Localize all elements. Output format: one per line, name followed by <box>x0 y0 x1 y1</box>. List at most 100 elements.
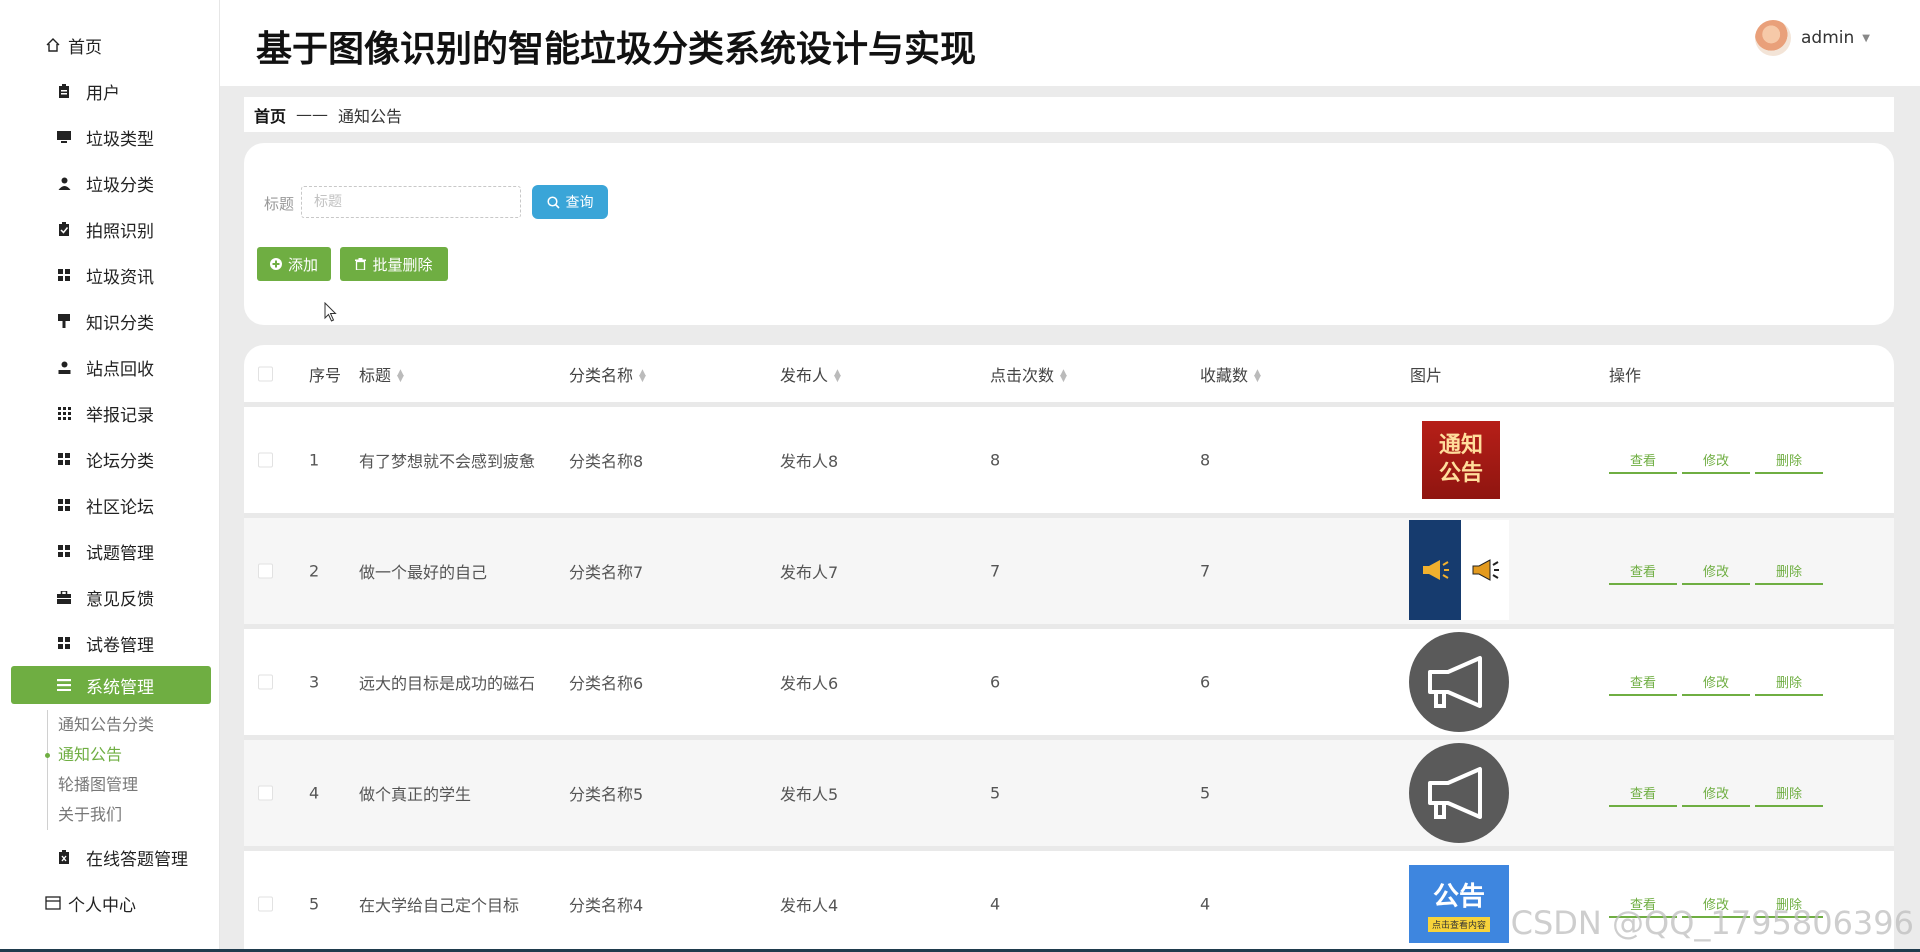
cell-category: 分类名称7 <box>569 563 644 582</box>
cell-clicks: 4 <box>990 894 1001 914</box>
search-panel: 标题 查询 添加 批量删除 <box>244 143 1894 325</box>
sidebar-item-label: 垃圾资讯 <box>86 267 154 288</box>
edit-button[interactable]: 修改 <box>1682 668 1750 696</box>
edit-button[interactable]: 修改 <box>1682 446 1750 474</box>
cell-favorites: 8 <box>1200 450 1211 470</box>
monitor-icon <box>55 128 73 146</box>
view-button[interactable]: 查看 <box>1609 668 1677 696</box>
sidebar-item-garbage-type[interactable]: 垃圾类型 <box>0 114 219 160</box>
cell-title: 做一个最好的自己 <box>359 563 488 582</box>
edit-button[interactable]: 修改 <box>1682 779 1750 807</box>
sidebar-item-papers[interactable]: 试卷管理 <box>0 620 219 666</box>
delete-button[interactable]: 删除 <box>1755 446 1823 474</box>
table-row: 1 有了梦想就不会感到疲惫 分类名称8 发布人8 8 8 通知 公告 查看 修改 … <box>244 407 1894 518</box>
sidebar-item-label: 论坛分类 <box>86 451 154 472</box>
cell-title: 远大的目标是成功的磁石 <box>359 674 536 693</box>
notice-image: 公告 点击查看内容 <box>1409 865 1509 943</box>
column-header-publisher[interactable]: 发布人 ▲ ▼ <box>780 362 841 386</box>
sidebar-item-recycle-site[interactable]: 站点回收 <box>0 344 219 390</box>
column-header-clicks[interactable]: 点击次数 ▲ ▼ <box>990 362 1067 386</box>
row-checkbox[interactable] <box>258 674 273 690</box>
row-checkbox[interactable] <box>258 563 273 579</box>
cell-publisher: 发布人8 <box>780 452 839 471</box>
table-header: 序号 标题 ▲ ▼ 分类名称 ▲ ▼ 发布人 ▲ ▼ 点击次数 ▲ ▼ 收藏数 ▲ ▼ 图片 操作 <box>244 345 1894 407</box>
sidebar-item-questions[interactable]: 试题管理 <box>0 528 219 574</box>
view-button[interactable]: 查看 <box>1609 557 1677 585</box>
edit-button[interactable]: 修改 <box>1682 557 1750 585</box>
view-button[interactable]: 查看 <box>1609 446 1677 474</box>
view-button[interactable]: 查看 <box>1609 779 1677 807</box>
sidebar-item-label: 首页 <box>68 37 102 58</box>
row-checkbox[interactable] <box>258 896 273 912</box>
sidebar-item-label: 垃圾类型 <box>86 129 154 150</box>
sidebar-item-online-quiz[interactable]: 在线答题管理 <box>0 834 219 880</box>
delete-button[interactable]: 删除 <box>1755 779 1823 807</box>
row-actions: 查看 修改 删除 <box>1609 557 1823 585</box>
sidebar-item-label: 社区论坛 <box>86 497 154 518</box>
sidebar-item-forum[interactable]: 社区论坛 <box>0 482 219 528</box>
sidebar-item-forum-category[interactable]: 论坛分类 <box>0 436 219 482</box>
column-header-favorites[interactable]: 收藏数 ▲ ▼ <box>1200 362 1261 386</box>
cell-favorites: 7 <box>1200 561 1211 581</box>
cell-index: 5 <box>309 894 320 914</box>
sidebar-item-label: 举报记录 <box>86 405 154 426</box>
sidebar-item-photo-recognition[interactable]: 拍照识别 <box>0 206 219 252</box>
select-all-checkbox[interactable] <box>258 366 273 381</box>
batch-delete-label: 批量删除 <box>372 255 433 274</box>
sidebar-item-home[interactable]: 首页 <box>0 22 219 68</box>
sort-icon: ▲ ▼ <box>834 368 841 384</box>
megaphone-image <box>1409 743 1509 843</box>
user-menu[interactable]: admin ▼ <box>1755 20 1870 56</box>
system-submenu: 通知公告分类 通知公告 轮播图管理 关于我们 <box>45 710 219 830</box>
sidebar-item-users[interactable]: 用户 <box>0 68 219 114</box>
query-button[interactable]: 查询 <box>532 185 608 219</box>
sidebar-item-knowledge[interactable]: 知识分类 <box>0 298 219 344</box>
cell-clicks: 5 <box>990 783 1001 803</box>
sidebar-item-garbage-category[interactable]: 垃圾分类 <box>0 160 219 206</box>
grid-icon <box>55 542 73 560</box>
row-checkbox[interactable] <box>258 452 273 468</box>
submenu-item-notice-category[interactable]: 通知公告分类 <box>58 710 219 740</box>
batch-delete-button[interactable]: 批量删除 <box>340 247 448 281</box>
sidebar-item-label: 意见反馈 <box>86 589 154 610</box>
submenu-item-notice[interactable]: 通知公告 <box>45 740 219 770</box>
user-icon <box>55 358 73 376</box>
breadcrumb-home[interactable]: 首页 <box>254 103 286 127</box>
delete-button[interactable]: 删除 <box>1755 557 1823 585</box>
sort-icon: ▲ ▼ <box>1060 368 1067 384</box>
cell-favorites: 4 <box>1200 894 1211 914</box>
column-header-category[interactable]: 分类名称 ▲ ▼ <box>569 362 646 386</box>
row-actions: 查看 修改 删除 <box>1609 779 1823 807</box>
sidebar-item-feedback[interactable]: 意见反馈 <box>0 574 219 620</box>
row-checkbox[interactable] <box>258 785 273 801</box>
clipboard-check-icon <box>55 220 73 238</box>
sidebar-item-personal[interactable]: 个人中心 <box>0 880 219 926</box>
sidebar-item-label: 系统管理 <box>86 677 154 698</box>
search-input[interactable] <box>301 186 521 218</box>
sidebar-item-label: 站点回收 <box>86 359 154 380</box>
cell-title: 在大学给自己定个目标 <box>359 896 520 915</box>
column-header-title[interactable]: 标题 ▲ ▼ <box>359 362 404 386</box>
submenu-item-about[interactable]: 关于我们 <box>58 800 219 830</box>
sidebar-item-system[interactable]: 系统管理 <box>11 666 211 704</box>
grid-icon <box>55 266 73 284</box>
cell-clicks: 6 <box>990 672 1001 692</box>
table-row: 3 远大的目标是成功的磁石 分类名称6 发布人6 6 6 查看 修改 删除 <box>244 629 1894 740</box>
breadcrumb-separator: —— <box>296 105 329 124</box>
sidebar-item-news[interactable]: 垃圾资讯 <box>0 252 219 298</box>
sidebar-item-reports[interactable]: 举报记录 <box>0 390 219 436</box>
home-icon <box>44 36 62 54</box>
submenu-item-carousel[interactable]: 轮播图管理 <box>58 770 219 800</box>
row-actions: 查看 修改 删除 <box>1609 446 1823 474</box>
grid-icon <box>55 634 73 652</box>
horn-image <box>1409 520 1509 622</box>
cell-favorites: 5 <box>1200 783 1211 803</box>
delete-button[interactable]: 删除 <box>1755 668 1823 696</box>
row-actions: 查看 修改 删除 <box>1609 668 1823 696</box>
grid-icon <box>55 496 73 514</box>
watermark: CSDN @QQ_1795806396 <box>1510 904 1914 942</box>
add-button[interactable]: 添加 <box>257 247 331 281</box>
add-button-label: 添加 <box>287 255 318 274</box>
grid-icon <box>55 450 73 468</box>
cell-publisher: 发布人4 <box>780 896 839 915</box>
